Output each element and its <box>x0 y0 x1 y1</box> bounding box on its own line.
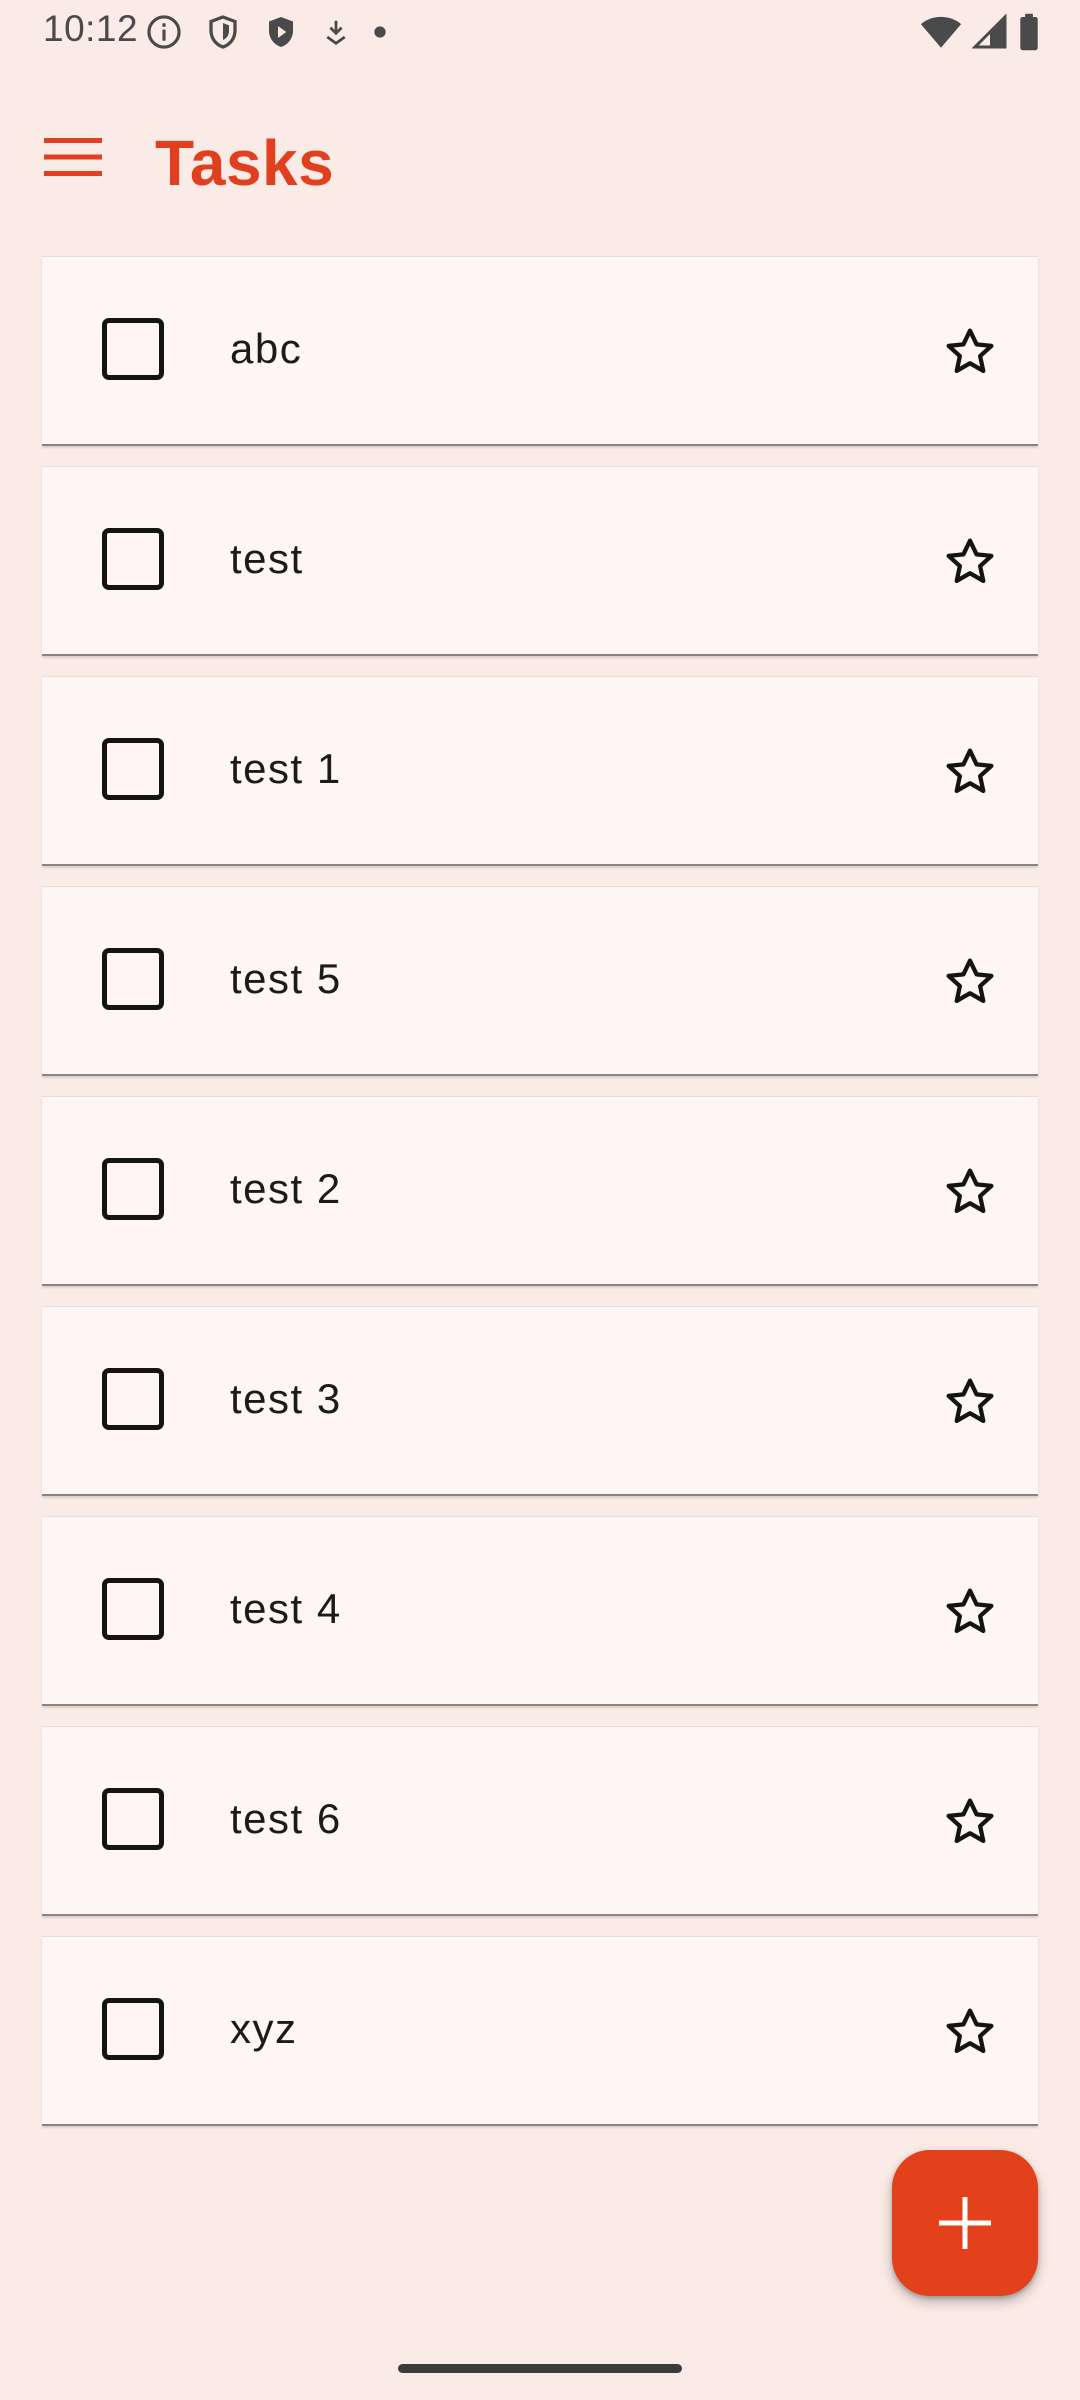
home-indicator[interactable] <box>398 2364 682 2373</box>
star-button[interactable] <box>930 312 1010 392</box>
task-checkbox[interactable] <box>102 948 164 1010</box>
task-checkbox[interactable] <box>102 1368 164 1430</box>
star-button[interactable] <box>930 1992 1010 2072</box>
battery-icon <box>1020 13 1038 51</box>
task-item[interactable]: test 4 <box>42 1516 1038 1706</box>
task-label: test 5 <box>230 955 342 1002</box>
star-outline-icon <box>946 1798 994 1844</box>
dot-icon <box>374 26 386 38</box>
star-button[interactable] <box>930 732 1010 812</box>
task-checkbox[interactable] <box>102 318 164 380</box>
task-label: xyz <box>230 2005 298 2052</box>
task-checkbox[interactable] <box>102 738 164 800</box>
task-item[interactable]: test 1 <box>42 676 1038 866</box>
shield-icon <box>209 15 237 49</box>
star-button[interactable] <box>930 942 1010 1022</box>
star-button[interactable] <box>930 1152 1010 1232</box>
plus-icon <box>939 2197 991 2249</box>
task-label: test 6 <box>230 1795 342 1842</box>
task-item[interactable]: xyz <box>42 1936 1038 2126</box>
download-icon <box>326 20 346 45</box>
task-item[interactable]: test <box>42 466 1038 656</box>
status-bar: 10:12 <box>0 0 1080 64</box>
task-label: test 2 <box>230 1165 342 1212</box>
task-label: test 1 <box>230 745 342 792</box>
task-item[interactable]: test 3 <box>42 1306 1038 1496</box>
task-checkbox[interactable] <box>102 1578 164 1640</box>
star-outline-icon <box>946 2008 994 2054</box>
signal-icon <box>972 14 1007 49</box>
task-list: abc test test 1 test 5 test 2 test 3 test 4 tes… <box>42 256 1038 2146</box>
info-icon <box>147 15 181 49</box>
task-item[interactable]: abc <box>42 256 1038 446</box>
status-system-icons <box>920 12 1040 52</box>
menu-button[interactable] <box>28 112 118 202</box>
task-item[interactable]: test 2 <box>42 1096 1038 1286</box>
wifi-icon <box>920 16 962 48</box>
star-button[interactable] <box>930 1362 1010 1442</box>
task-label: test 4 <box>230 1585 342 1632</box>
task-label: abc <box>230 325 303 372</box>
star-outline-icon <box>946 1168 994 1214</box>
star-outline-icon <box>946 538 994 584</box>
task-item[interactable]: test 5 <box>42 886 1038 1076</box>
star-outline-icon <box>946 328 994 374</box>
task-label: test <box>230 535 304 582</box>
play-shield-icon <box>269 17 293 47</box>
star-button[interactable] <box>930 1782 1010 1862</box>
task-item[interactable]: test 6 <box>42 1726 1038 1916</box>
star-outline-icon <box>946 1378 994 1424</box>
status-notification-icons <box>145 12 387 52</box>
task-checkbox[interactable] <box>102 1788 164 1850</box>
menu-icon <box>44 138 102 176</box>
task-checkbox[interactable] <box>102 1998 164 2060</box>
status-time: 10:12 <box>43 8 139 49</box>
task-checkbox[interactable] <box>102 528 164 590</box>
top-app-bar: Tasks <box>0 100 1080 230</box>
page-title: Tasks <box>155 127 335 199</box>
star-button[interactable] <box>930 1572 1010 1652</box>
add-task-button[interactable] <box>892 2150 1038 2296</box>
task-checkbox[interactable] <box>102 1158 164 1220</box>
star-outline-icon <box>946 958 994 1004</box>
task-label: test 3 <box>230 1375 342 1422</box>
star-outline-icon <box>946 1588 994 1634</box>
star-outline-icon <box>946 748 994 794</box>
star-button[interactable] <box>930 522 1010 602</box>
